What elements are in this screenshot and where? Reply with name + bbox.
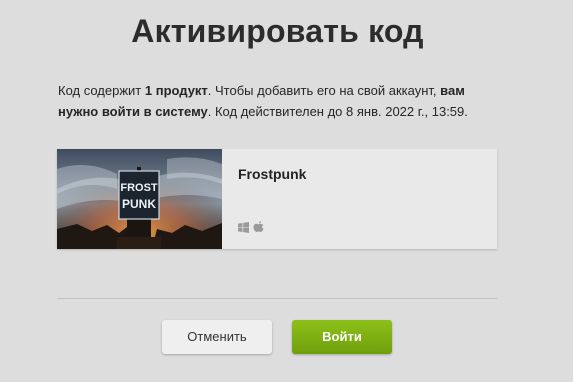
login-button[interactable]: Войти	[292, 320, 392, 354]
cancel-button[interactable]: Отменить	[162, 320, 272, 354]
description-text-2: . Чтобы добавить его на свой аккаунт,	[207, 83, 441, 98]
product-name: Frostpunk	[238, 166, 307, 182]
page-title: Активировать код	[131, 13, 424, 49]
code-description: Код содержит 1 продукт. Чтобы добавить е…	[58, 80, 508, 122]
description-text-1: Код содержит	[58, 83, 145, 98]
description-text-3: . Код действителен до 8 янв. 2022 г., 13…	[207, 104, 468, 119]
apple-icon	[253, 221, 264, 233]
cover-logo-line2: PUNK	[122, 197, 156, 211]
divider	[57, 298, 497, 299]
platform-icons	[238, 221, 264, 233]
windows-icon	[238, 221, 249, 233]
cover-logo-line1: FROST	[120, 182, 158, 194]
product-card: FROST PUNK Frostpunk	[57, 149, 497, 249]
product-count: 1 продукт	[144, 83, 208, 98]
product-cover-image: FROST PUNK	[57, 149, 222, 249]
